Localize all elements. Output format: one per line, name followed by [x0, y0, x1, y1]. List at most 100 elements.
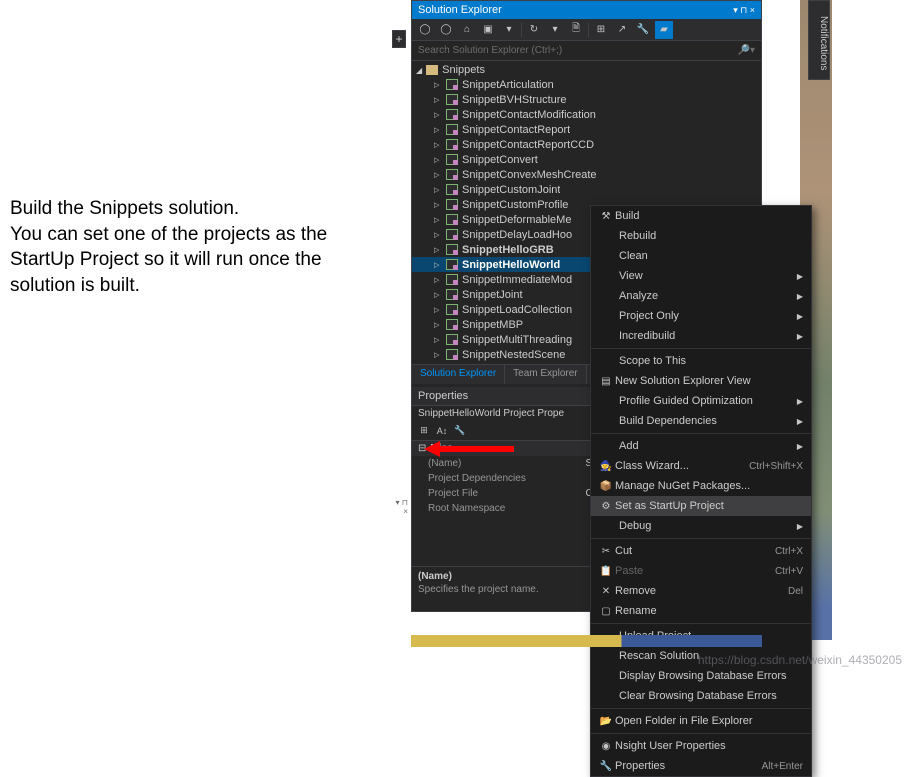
ide-screenshot: Notifications + ▾ ⊓ × Solution Explorer …: [392, 0, 830, 665]
menu-item[interactable]: Incredibuild ▶: [591, 326, 811, 346]
expand-arrow-icon[interactable]: ▷: [434, 96, 442, 104]
expand-arrow-icon[interactable]: ▷: [434, 291, 442, 299]
sync-icon[interactable]: ▾: [500, 21, 518, 39]
project-icon: [446, 349, 458, 360]
submenu-arrow-icon: ▶: [797, 442, 803, 451]
expand-arrow-icon[interactable]: ▷: [434, 111, 442, 119]
show-all-icon[interactable]: 🗎: [567, 21, 585, 39]
expand-arrow-icon[interactable]: ▷: [434, 351, 442, 359]
tab-solution-explorer[interactable]: Solution Explorer: [412, 365, 505, 384]
menu-item[interactable]: ✂CutCtrl+X: [591, 541, 811, 561]
menu-item[interactable]: ▤New Solution Explorer View: [591, 371, 811, 391]
toggle-icon[interactable]: ▣: [479, 21, 497, 39]
project-item[interactable]: ▷SnippetContactReport: [412, 122, 761, 137]
expand-arrow-icon[interactable]: ▷: [434, 246, 442, 254]
project-item[interactable]: ▷SnippetBVHStructure: [412, 92, 761, 107]
nav-fwd-icon[interactable]: ◯: [437, 21, 455, 39]
expand-arrow-icon[interactable]: ▷: [434, 126, 442, 134]
submenu-arrow-icon: ▶: [797, 272, 803, 281]
project-item[interactable]: ▷SnippetConvexMeshCreate: [412, 167, 761, 182]
home-icon[interactable]: ⌂: [458, 21, 476, 39]
panel-window-controls[interactable]: ▾ ⊓ ×: [733, 5, 755, 16]
solution-root[interactable]: ◢ Snippets: [412, 63, 761, 77]
project-label: SnippetCustomProfile: [462, 199, 568, 211]
expand-arrow-icon[interactable]: ▷: [434, 141, 442, 149]
menu-item[interactable]: ▢Rename: [591, 601, 811, 621]
collapse-arrow-icon[interactable]: ◢: [416, 66, 422, 75]
menu-item[interactable]: Project Only▶: [591, 306, 811, 326]
expand-arrow-icon[interactable]: ▷: [434, 216, 442, 224]
expand-arrow-icon[interactable]: ▷: [434, 201, 442, 209]
project-item[interactable]: ▷SnippetArticulation: [412, 77, 761, 92]
menu-label: Class Wizard...: [615, 460, 749, 472]
menu-item[interactable]: Scope to This: [591, 351, 811, 371]
menu-item[interactable]: ◉Nsight User Properties: [591, 736, 811, 756]
expand-arrow-icon[interactable]: ▷: [434, 306, 442, 314]
expand-arrow-icon[interactable]: ▷: [434, 81, 442, 89]
menu-label: Properties: [615, 760, 762, 772]
project-icon: [446, 244, 458, 255]
expand-arrow-icon[interactable]: ▷: [434, 276, 442, 284]
menu-shortcut: Ctrl+Shift+X: [749, 461, 803, 472]
menu-label: Incredibuild: [619, 330, 791, 342]
project-item[interactable]: ▷ SnippetContactModification: [412, 107, 761, 122]
collapse-icon[interactable]: ▾: [546, 21, 564, 39]
menu-item[interactable]: ✕RemoveDel: [591, 581, 811, 601]
expand-arrow-icon[interactable]: ▷: [434, 171, 442, 179]
project-icon: [446, 79, 458, 90]
new-tab-button[interactable]: +: [392, 30, 406, 48]
menu-item[interactable]: Analyze▶: [591, 286, 811, 306]
menu-item[interactable]: 🔧PropertiesAlt+Enter: [591, 756, 811, 776]
expand-arrow-icon[interactable]: ▷: [434, 186, 442, 194]
expand-arrow-icon[interactable]: ▷: [434, 231, 442, 239]
menu-item[interactable]: Build Dependencies▶: [591, 411, 811, 431]
wrench-icon[interactable]: 🔧: [634, 21, 652, 39]
submenu-arrow-icon: ▶: [797, 522, 803, 531]
dropdown-icon[interactable]: ▰: [655, 21, 673, 39]
expand-arrow-icon[interactable]: ▷: [434, 321, 442, 329]
menu-item[interactable]: Add▶: [591, 436, 811, 456]
build-icon: ⚒: [597, 211, 615, 222]
categorize-icon[interactable]: ⊞: [416, 423, 432, 439]
submenu-arrow-icon: ▶: [797, 332, 803, 341]
menu-label: Project Only: [619, 310, 791, 322]
preview-icon[interactable]: ↗: [613, 21, 631, 39]
solution-toolbar: ◯ ◯ ⌂ ▣ ▾ ↻ ▾ 🗎 ⊞ ↗ 🔧 ▰: [412, 19, 761, 41]
menu-item[interactable]: Profile Guided Optimization▶: [591, 391, 811, 411]
tab-team-explorer[interactable]: Team Explorer: [505, 365, 586, 384]
properties-icon[interactable]: ⊞: [592, 21, 610, 39]
project-item[interactable]: ▷SnippetCustomJoint: [412, 182, 761, 197]
cut-icon: ✂: [597, 546, 615, 557]
menu-item[interactable]: ⚙Set as StartUp Project: [591, 496, 811, 516]
dock-pin[interactable]: ▾ ⊓ ×: [392, 498, 410, 516]
project-icon: [446, 229, 458, 240]
menu-item[interactable]: ⚒Build: [591, 206, 811, 226]
menu-item[interactable]: 📦Manage NuGet Packages...: [591, 476, 811, 496]
wrench-icon[interactable]: 🔧: [452, 423, 468, 439]
menu-item[interactable]: Display Browsing Database Errors: [591, 666, 811, 686]
expand-arrow-icon[interactable]: ▷: [434, 336, 442, 344]
menu-separator: [591, 348, 811, 349]
expand-arrow-icon[interactable]: ▷: [434, 261, 442, 269]
notifications-tab[interactable]: Notifications: [808, 0, 830, 80]
menu-item[interactable]: 📂Open Folder in File Explorer: [591, 711, 811, 731]
expand-arrow-icon[interactable]: ▷: [434, 156, 442, 164]
nav-back-icon[interactable]: ◯: [416, 21, 434, 39]
menu-item[interactable]: Clear Browsing Database Errors: [591, 686, 811, 706]
project-icon: [446, 169, 458, 180]
menu-item[interactable]: Debug▶: [591, 516, 811, 536]
menu-item[interactable]: 🧙Class Wizard...Ctrl+Shift+X: [591, 456, 811, 476]
menu-label: Paste: [615, 565, 775, 577]
menu-item[interactable]: View▶: [591, 266, 811, 286]
project-label: SnippetContactModification: [462, 109, 596, 121]
search-solution-input[interactable]: Search Solution Explorer (Ctrl+;) 🔎▾: [412, 41, 761, 61]
project-item[interactable]: ▷SnippetConvert: [412, 152, 761, 167]
menu-item[interactable]: Rebuild: [591, 226, 811, 246]
menu-item[interactable]: Clean: [591, 246, 811, 266]
property-name: Root Namespace: [412, 501, 580, 516]
refresh-icon[interactable]: ↻: [525, 21, 543, 39]
menu-item: 📋PasteCtrl+V: [591, 561, 811, 581]
alpha-icon[interactable]: A↕: [434, 423, 450, 439]
project-item[interactable]: ▷SnippetContactReportCCD: [412, 137, 761, 152]
property-name: Project File: [412, 486, 580, 501]
